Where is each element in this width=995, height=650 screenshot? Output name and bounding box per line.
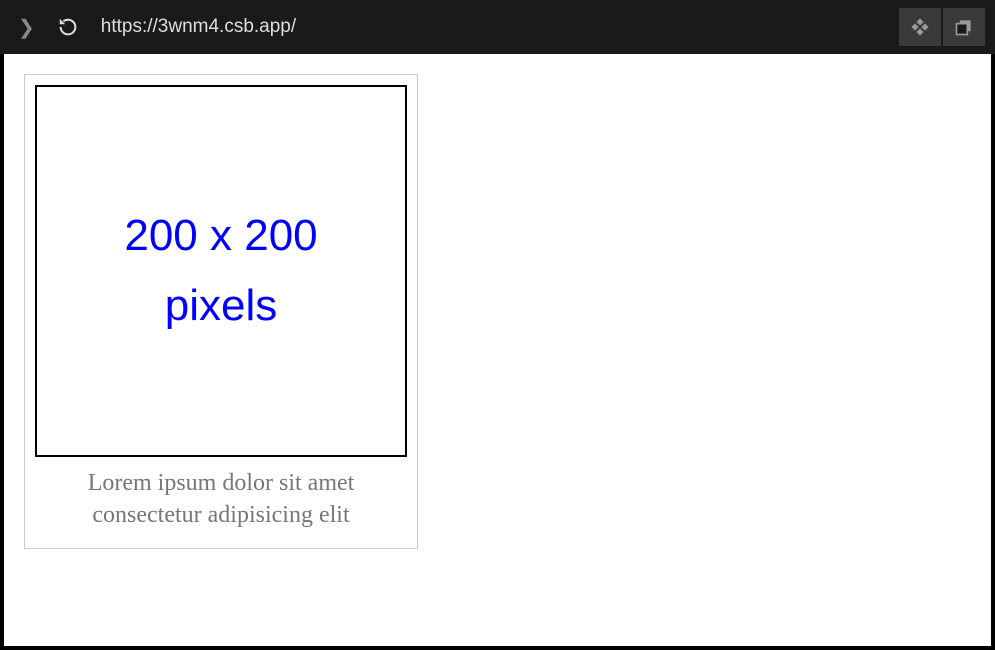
toolbar-right xyxy=(899,8,985,46)
page-content: 200 x 200 pixels Lorem ipsum dolor sit a… xyxy=(0,54,995,650)
placeholder-text-line1: 200 x 200 xyxy=(124,201,317,271)
address-bar-text: https://3wnm4.csb.app/ xyxy=(101,16,296,38)
windows-icon xyxy=(954,17,974,37)
reload-icon xyxy=(57,16,79,38)
figure-caption: Lorem ipsum dolor sit amet consectetur a… xyxy=(35,457,407,538)
forward-button[interactable]: ❯ xyxy=(10,11,43,44)
reload-button[interactable] xyxy=(53,12,83,42)
figure-card: 200 x 200 pixels Lorem ipsum dolor sit a… xyxy=(24,74,418,549)
placeholder-text-line2: pixels xyxy=(165,271,278,341)
new-window-button[interactable] xyxy=(943,8,985,46)
placeholder-image: 200 x 200 pixels xyxy=(35,85,407,457)
browser-toolbar: ❯ https://3wnm4.csb.app/ xyxy=(0,0,995,54)
address-bar[interactable]: https://3wnm4.csb.app/ xyxy=(93,9,889,45)
codesandbox-button[interactable] xyxy=(899,8,941,46)
diamond-grid-icon xyxy=(910,17,930,37)
